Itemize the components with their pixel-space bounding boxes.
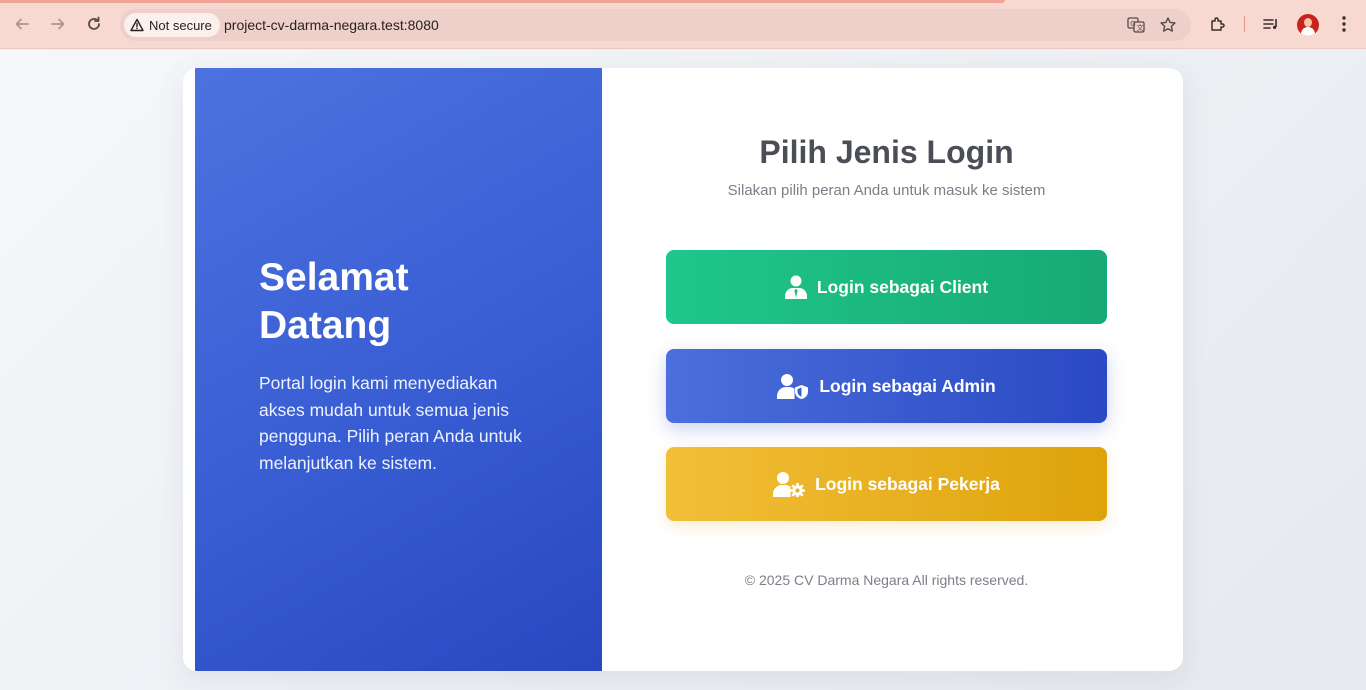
reload-icon (88, 16, 100, 30)
page-title: Pilih Jenis Login (759, 134, 1014, 170)
forward-arrow-icon (51, 18, 65, 30)
welcome-title: Selamat Datang (259, 256, 409, 347)
user-shield-icon (777, 373, 809, 399)
url-text[interactable]: project-cv-darma-negara.test:8080 (224, 17, 439, 33)
avatar-body (1301, 27, 1315, 36)
site-info-chip[interactable]: Not secure (124, 13, 220, 37)
welcome-description: Portal login kami menyediakan akses muda… (259, 373, 522, 473)
reload-button[interactable] (82, 12, 106, 36)
address-bar[interactable]: Not secure project-cv-darma-negara.test:… (120, 9, 1191, 41)
back-arrow-icon (15, 18, 29, 30)
login-admin-button[interactable]: Login sebagai Admin (666, 349, 1107, 423)
login-admin-label: Login sebagai Admin (819, 375, 996, 396)
login-pekerja-label: Login sebagai Pekerja (815, 473, 1000, 494)
user-gear-icon (773, 471, 806, 497)
translate-icon[interactable]: G文 (1126, 15, 1146, 35)
copyright-footer: © 2025 CV Darma Negara All rights reserv… (744, 572, 1029, 588)
back-button[interactable] (10, 12, 34, 36)
profile-avatar[interactable] (1297, 14, 1319, 36)
avatar-face (1304, 18, 1312, 27)
login-card: Selamat Datang Portal login kami menyedi… (183, 68, 1183, 671)
user-tie-icon (784, 275, 807, 299)
forward-button[interactable] (46, 12, 70, 36)
toolbar-separator (1244, 16, 1245, 32)
svg-text:G: G (1130, 20, 1135, 28)
security-label: Not secure (149, 17, 212, 33)
bookmark-star-icon[interactable] (1158, 15, 1178, 35)
page-viewport: Selamat Datang Portal login kami menyedi… (0, 50, 1366, 690)
login-client-button[interactable]: Login sebagai Client (666, 250, 1107, 324)
extensions-puzzle-icon[interactable] (1207, 13, 1229, 35)
welcome-panel: Selamat Datang Portal login kami menyedi… (195, 68, 602, 671)
page-subtitle: Silakan pilih peran Anda untuk masuk ke … (727, 182, 1046, 199)
active-tab-strip (0, 0, 1005, 3)
login-client-label: Login sebagai Client (816, 276, 989, 297)
login-pekerja-button[interactable]: Login sebagai Pekerja (666, 447, 1107, 521)
login-options-panel: Pilih Jenis Login Silakan pilih peran An… (602, 68, 1183, 671)
warning-triangle-icon (130, 18, 144, 32)
media-queue-icon[interactable] (1260, 13, 1282, 35)
browser-toolbar: Not secure project-cv-darma-negara.test:… (0, 0, 1366, 49)
svg-text:文: 文 (1137, 23, 1144, 32)
more-menu-icon[interactable] (1333, 13, 1355, 35)
